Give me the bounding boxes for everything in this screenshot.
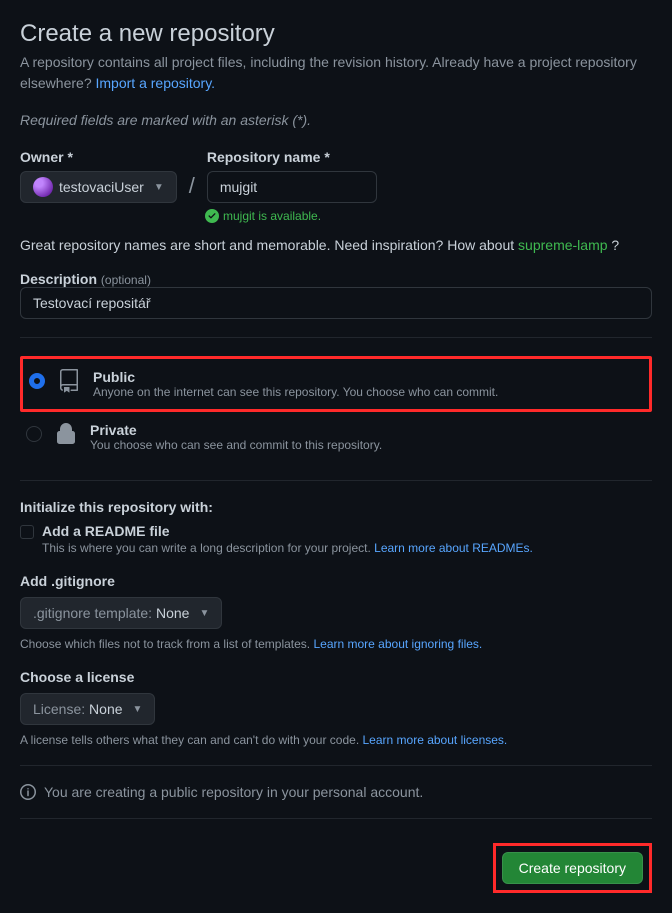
public-title: Public — [93, 369, 498, 385]
lock-icon — [54, 422, 78, 446]
gitignore-learn-more-link[interactable]: Learn more about ignoring files. — [313, 637, 482, 651]
slash-separator: / — [187, 173, 197, 203]
import-repository-link[interactable]: Import a repository. — [96, 75, 216, 91]
divider — [20, 765, 652, 766]
private-radio[interactable] — [26, 426, 42, 442]
check-circle-icon — [205, 209, 219, 223]
readme-checkbox[interactable] — [20, 525, 34, 539]
create-repository-button[interactable]: Create repository — [502, 852, 643, 884]
private-title: Private — [90, 422, 382, 438]
description-input[interactable] — [20, 287, 652, 319]
owner-select[interactable]: testovaciUser ▼ — [20, 171, 177, 203]
repo-icon — [57, 369, 81, 393]
create-button-highlight: Create repository — [493, 843, 652, 893]
public-desc: Anyone on the internet can see this repo… — [93, 385, 498, 399]
info-banner: You are creating a public repository in … — [20, 784, 652, 800]
description-label: Description (optional) — [20, 271, 151, 287]
visibility-private-option[interactable]: Private You choose who can see and commi… — [20, 412, 652, 462]
repo-name-label: Repository name * — [207, 149, 377, 165]
gitignore-help: Choose which files not to track from a l… — [20, 637, 652, 651]
gitignore-select[interactable]: .gitignore template: None ▼ — [20, 597, 222, 629]
private-desc: You choose who can see and commit to thi… — [90, 438, 382, 452]
license-heading: Choose a license — [20, 669, 652, 685]
readme-learn-more-link[interactable]: Learn more about READMEs. — [374, 541, 533, 555]
visibility-public-option[interactable]: Public Anyone on the internet can see th… — [20, 356, 652, 412]
repo-name-input[interactable] — [207, 171, 377, 203]
readme-desc: This is where you can write a long descr… — [42, 541, 652, 555]
gitignore-heading: Add .gitignore — [20, 573, 652, 589]
page-subtitle: A repository contains all project files,… — [20, 52, 652, 94]
divider — [20, 818, 652, 819]
chevron-down-icon: ▼ — [154, 182, 164, 193]
license-select[interactable]: License: None ▼ — [20, 693, 155, 725]
public-radio[interactable] — [29, 373, 45, 389]
license-learn-more-link[interactable]: Learn more about licenses. — [363, 733, 508, 747]
divider — [20, 480, 652, 481]
owner-label: Owner * — [20, 149, 177, 165]
chevron-down-icon: ▼ — [133, 704, 143, 715]
readme-label: Add a README file — [42, 523, 170, 539]
name-suggestion[interactable]: supreme-lamp — [518, 237, 607, 253]
name-inspiration: Great repository names are short and mem… — [20, 237, 652, 253]
license-help: A license tells others what they can and… — [20, 733, 652, 747]
page-title: Create a new repository — [20, 20, 652, 48]
availability-status: mujgit is available. — [205, 209, 652, 223]
avatar — [33, 177, 53, 197]
initialize-heading: Initialize this repository with: — [20, 499, 652, 515]
chevron-down-icon: ▼ — [199, 608, 209, 619]
info-icon — [20, 784, 36, 800]
divider — [20, 337, 652, 338]
required-fields-note: Required fields are marked with an aster… — [20, 110, 652, 131]
